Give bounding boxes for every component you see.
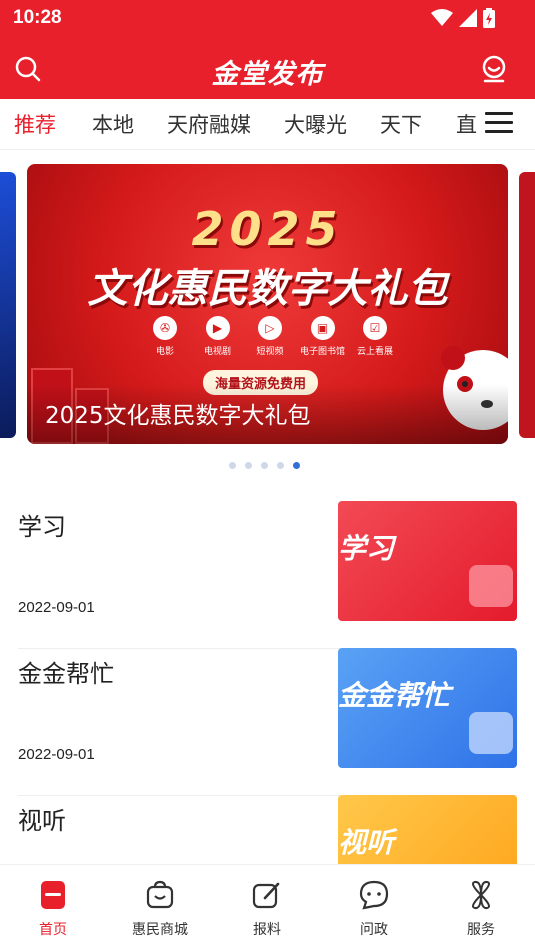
exhibition-icon: ☑: [363, 316, 387, 340]
menu-icon-bar: [485, 130, 513, 133]
carousel-dot[interactable]: [229, 462, 236, 469]
news-date: 2022-09-01: [18, 746, 95, 763]
carousel-dot[interactable]: [245, 462, 252, 469]
profile-button[interactable]: [479, 54, 509, 84]
news-date: 2022-09-01: [18, 599, 95, 616]
category-tabs: 推荐 本地 天府融媒 大曝光 天下 直: [0, 99, 535, 150]
news-title: 金金帮忙: [18, 660, 114, 688]
edit-icon: [252, 882, 280, 909]
banner-feature-label: 云上看展: [356, 347, 393, 357]
banner-feature-label: 电子图书馆: [299, 347, 345, 357]
news-item[interactable]: 金金帮忙 2022-09-01 金金帮忙: [18, 648, 517, 796]
tab-partial[interactable]: 直: [456, 109, 477, 139]
nav-politics[interactable]: 问政: [329, 879, 419, 939]
tab-exposure[interactable]: 大曝光: [284, 109, 347, 139]
channel-menu-button[interactable]: [485, 112, 513, 136]
library-icon: ▣: [310, 316, 335, 340]
menu-icon-bar: [485, 112, 513, 115]
nav-label: 问政: [360, 922, 388, 938]
home-icon: [41, 881, 65, 909]
video-icon: ▷: [258, 316, 282, 340]
news-thumbnail: 金金帮忙: [338, 648, 517, 768]
status-icons: [431, 8, 495, 28]
carousel-dot-active[interactable]: [293, 462, 300, 469]
status-time: 10:28: [13, 7, 62, 28]
nav-home[interactable]: 首页: [8, 879, 98, 939]
news-title: 视听: [18, 807, 66, 835]
chat-icon: [359, 880, 389, 910]
battery-icon: [483, 8, 495, 28]
tab-world[interactable]: 天下: [380, 109, 422, 139]
nav-label: 服务: [467, 922, 495, 938]
status-bar: 10:28: [0, 0, 535, 36]
banner-feature: ✇ 电影: [140, 316, 190, 357]
thumbnail-text: 金金帮忙: [338, 679, 451, 712]
tv-icon: ▶: [205, 316, 230, 340]
banner-headline: 文化惠民数字大礼包: [87, 266, 448, 312]
app-header: 金堂发布: [0, 36, 535, 99]
film-icon: ✇: [153, 316, 177, 340]
thumbnail-text: 视听: [338, 826, 395, 859]
carousel-indicator: [229, 462, 300, 469]
tab-strip: 推荐 本地 天府融媒 大曝光 天下 直: [0, 99, 478, 149]
thumbnail-text: 学习: [338, 532, 395, 565]
news-title: 学习: [18, 513, 66, 541]
carousel-prev-slide[interactable]: [0, 172, 16, 438]
news-thumbnail: 学习: [338, 501, 517, 621]
banner-slide[interactable]: 2025 文化惠民数字大礼包 ✇ 电影 ▶ 电视剧 ▷ 短视频 ▣ 电子图书馆 ☑ 云上看…: [27, 164, 508, 444]
banner-feature-label: 短视频: [256, 347, 284, 357]
services-icon: [472, 880, 490, 910]
tab-tianfu-media[interactable]: 天府融媒: [167, 109, 251, 139]
tab-recommend[interactable]: 推荐: [14, 109, 56, 139]
signal-icon: [459, 9, 477, 27]
banner-feature: ▣ 电子图书馆: [298, 316, 348, 357]
banner-year: 2025: [191, 202, 344, 256]
banner-caption-bg: 2025文化惠民数字大礼包: [27, 384, 508, 444]
banner-feature-label: 电影: [155, 347, 174, 357]
carousel-dot[interactable]: [277, 462, 284, 469]
app-title: 金堂发布: [211, 59, 324, 90]
shopping-bag-icon: [146, 880, 174, 909]
bottom-navigation: 首页 惠民商城 报料 问政 服务: [0, 864, 535, 952]
news-item[interactable]: 学习 2022-09-01 学习: [18, 501, 517, 649]
nav-label: 首页: [39, 922, 67, 938]
banner-feature: ☑ 云上看展: [350, 316, 400, 357]
banner-caption: 2025文化惠民数字大礼包: [45, 403, 311, 429]
banner-feature-label: 电视剧: [203, 347, 231, 357]
nav-services[interactable]: 服务: [436, 879, 526, 939]
nav-report[interactable]: 报料: [222, 879, 312, 939]
nav-label: 惠民商城: [132, 922, 188, 938]
banner-feature: ▷ 短视频: [245, 316, 295, 357]
list-icon: [469, 712, 513, 754]
nav-mall[interactable]: 惠民商城: [115, 879, 205, 939]
banner-feature-icons: ✇ 电影 ▶ 电视剧 ▷ 短视频 ▣ 电子图书馆 ☑ 云上看展: [140, 316, 400, 357]
banner-feature: ▶ 电视剧: [193, 316, 243, 357]
user-icon: [482, 55, 506, 83]
tab-local[interactable]: 本地: [92, 109, 134, 139]
wifi-icon: [431, 9, 453, 26]
carousel-dot[interactable]: [261, 462, 268, 469]
carousel-next-slide[interactable]: [519, 172, 535, 438]
nav-label: 报料: [253, 922, 281, 938]
menu-icon-bar: [485, 121, 513, 124]
book-icon: [469, 565, 513, 607]
